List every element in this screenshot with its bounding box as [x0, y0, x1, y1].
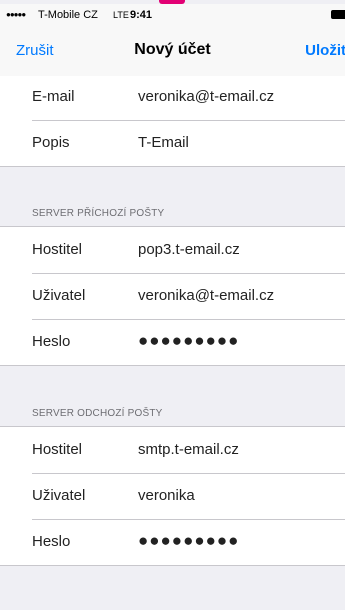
page-title: Nový účet — [134, 41, 211, 58]
network-type: LTE — [113, 10, 129, 20]
status-time: 9:41 — [130, 9, 153, 21]
description-label: Popis — [32, 134, 70, 151]
battery-icon — [331, 10, 345, 19]
outgoing-user-row[interactable]: Uživatel veronika — [0, 473, 345, 519]
outgoing-user-field[interactable]: veronika — [138, 487, 195, 504]
outgoing-password-row[interactable]: Heslo ●●●●●●●●● — [0, 519, 345, 565]
account-group: E-mail veronika@t-email.cz Popis T-Email — [0, 76, 345, 167]
outgoing-user-label: Uživatel — [32, 487, 86, 504]
outgoing-host-label: Hostitel — [32, 441, 83, 458]
navigation-bar: Zrušit Nový účet Uložit — [0, 26, 345, 77]
outgoing-host-field[interactable]: smtp.t-email.cz — [138, 441, 239, 458]
incoming-host-field[interactable]: pop3.t-email.cz — [138, 241, 240, 258]
incoming-server-group: Hostitel pop3.t-email.cz Uživatel veroni… — [0, 226, 345, 366]
outgoing-password-field[interactable]: ●●●●●●●●● — [138, 531, 239, 551]
outgoing-server-group: Hostitel smtp.t-email.cz Uživatel veroni… — [0, 426, 345, 566]
save-button[interactable]: Uložit — [305, 42, 345, 59]
outgoing-host-row[interactable]: Hostitel smtp.t-email.cz — [0, 427, 345, 473]
incoming-password-field[interactable]: ●●●●●●●●● — [138, 331, 239, 351]
incoming-user-field[interactable]: veronika@t-email.cz — [138, 287, 274, 304]
description-field[interactable]: T-Email — [138, 134, 189, 151]
description-row[interactable]: Popis T-Email — [0, 120, 345, 166]
incoming-server-header: SERVER PŘÍCHOZÍ POŠTY — [32, 208, 165, 219]
carrier-name: T-Mobile CZ — [38, 9, 98, 21]
outgoing-server-header: SERVER ODCHOZÍ POŠTY — [32, 408, 163, 419]
incoming-password-row[interactable]: Heslo ●●●●●●●●● — [0, 319, 345, 365]
incoming-password-label: Heslo — [32, 333, 71, 350]
email-label: E-mail — [32, 88, 75, 105]
email-field[interactable]: veronika@t-email.cz — [138, 88, 274, 105]
incoming-user-row[interactable]: Uživatel veronika@t-email.cz — [0, 273, 345, 319]
email-row[interactable]: E-mail veronika@t-email.cz — [0, 76, 345, 120]
status-bar: ●●●●● T-Mobile CZ LTE 9:41 — [0, 4, 345, 26]
incoming-user-label: Uživatel — [32, 287, 86, 304]
outgoing-password-label: Heslo — [32, 533, 71, 550]
incoming-host-label: Hostitel — [32, 241, 83, 258]
incoming-host-row[interactable]: Hostitel pop3.t-email.cz — [0, 227, 345, 273]
signal-strength-icon: ●●●●● — [6, 10, 26, 19]
